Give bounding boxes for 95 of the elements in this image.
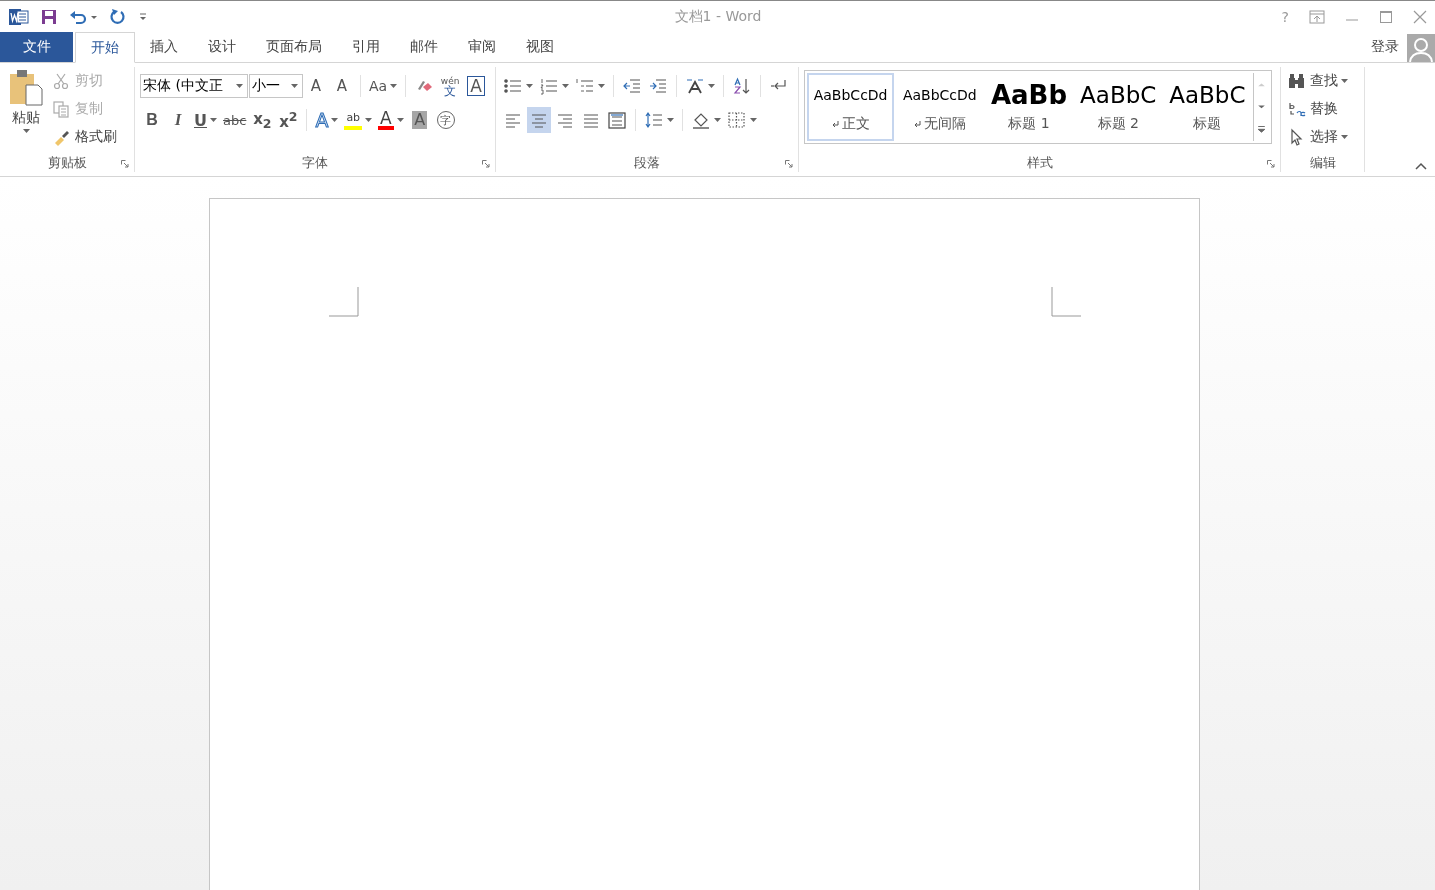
file-tab[interactable]: 文件 (0, 32, 73, 62)
highlight-button[interactable]: ab (342, 107, 375, 133)
caret-icon (1341, 79, 1348, 83)
caret-icon (210, 118, 217, 122)
binoculars-icon (1287, 72, 1307, 90)
caret-icon (291, 84, 298, 88)
caret-icon (365, 118, 373, 122)
multilevel-list-icon (575, 77, 595, 95)
return-mark-icon (913, 120, 921, 128)
redo-icon[interactable] (109, 7, 127, 26)
group-title: 编辑 (1309, 154, 1336, 172)
caret-icon (1341, 135, 1348, 139)
group-title: 字体 (302, 154, 328, 172)
ribbon-tab[interactable]: 设计 (193, 32, 251, 62)
ribbon-tab[interactable]: 插入 (135, 32, 193, 62)
justify-icon (581, 111, 601, 129)
align-left-icon (503, 111, 523, 129)
replace-button[interactable]: 替换 (1287, 97, 1364, 121)
group-title: 段落 (634, 154, 660, 172)
text-arrows-icon (685, 77, 705, 95)
undo-icon[interactable] (69, 8, 97, 25)
bold-button[interactable]: B (140, 107, 164, 133)
caret-icon (598, 84, 605, 88)
caret-icon (526, 84, 533, 88)
corner-mark-icon (1051, 287, 1081, 317)
ribbon-tab[interactable]: 审阅 (453, 32, 511, 62)
phonetic-guide-button[interactable]: wén 文 (438, 73, 463, 99)
dialog-launcher-icon[interactable] (1267, 160, 1275, 168)
grow-font-button[interactable]: A (304, 73, 328, 99)
ribbon-tab[interactable]: 视图 (511, 32, 569, 62)
corner-mark-icon (329, 287, 359, 317)
paste-button[interactable]: 粘贴 (8, 67, 44, 154)
align-right-icon (555, 111, 575, 129)
font-name-dropdown[interactable]: 宋体 (中文正 (140, 74, 248, 98)
save-icon[interactable] (41, 8, 57, 25)
border-grid-icon (727, 111, 747, 129)
style-option[interactable]: AaBbC 标题 2 (1074, 73, 1162, 141)
collapse-ribbon-icon[interactable] (1415, 162, 1427, 170)
ribbon-tab[interactable]: 引用 (337, 32, 395, 62)
caret-icon (390, 84, 398, 88)
numbered-list-icon (539, 77, 559, 95)
maximize-icon[interactable] (1379, 9, 1393, 24)
caret-icon (331, 118, 339, 122)
shrink-font-button[interactable]: A (330, 73, 354, 99)
select-button[interactable]: 选择 (1287, 125, 1364, 149)
caret-icon (708, 84, 715, 88)
bullet-list-icon (503, 77, 523, 95)
group-title: 剪贴板 (47, 154, 87, 172)
subscript-button[interactable]: x$_{2}$ (250, 107, 275, 133)
avatar-icon[interactable] (1407, 34, 1435, 62)
superscript-button[interactable]: x$^{2}$ (276, 107, 301, 133)
change-case-button[interactable]: Aa (367, 73, 400, 99)
caret-icon (396, 118, 404, 122)
word-logo-icon[interactable] (9, 7, 29, 26)
italic-button[interactable]: I (166, 107, 190, 133)
return-mark-icon (831, 120, 839, 128)
style-option[interactable]: AaBbCcDd 无间隔 (896, 73, 984, 141)
window-title: 文档1 - Word (673, 7, 763, 26)
style-option[interactable]: AaBbCcDd 正文 (807, 73, 895, 141)
clipboard-icon (8, 69, 44, 107)
ribbon-display-icon[interactable] (1309, 9, 1325, 24)
caret-icon (714, 118, 721, 122)
caret-icon (236, 84, 243, 88)
ribbon-tab[interactable]: 开始 (75, 32, 135, 63)
underline-button[interactable]: U (192, 107, 219, 133)
copy-icon (52, 100, 72, 118)
outdent-icon (622, 77, 642, 95)
style-option[interactable]: AaBbC 标题 (1163, 73, 1251, 141)
caret-icon (562, 84, 569, 88)
style-option[interactable]: AaBb 标题 1 (985, 73, 1073, 141)
font-size-dropdown[interactable]: 小一 (249, 74, 303, 98)
sign-in-link[interactable]: 登录 (1371, 38, 1399, 56)
caret-icon (750, 118, 757, 122)
align-center-icon (529, 111, 549, 129)
dialog-launcher-icon[interactable] (785, 160, 793, 168)
dialog-launcher-icon[interactable] (482, 160, 490, 168)
close-icon[interactable] (1413, 9, 1427, 24)
indent-icon (648, 77, 668, 95)
paint-bucket-icon (691, 111, 711, 129)
replace-icon (1287, 100, 1307, 118)
center-button[interactable] (527, 107, 551, 133)
line-spacing-icon (644, 111, 664, 129)
group-title: 样式 (1026, 154, 1053, 172)
ribbon-tab[interactable]: 页面布局 (251, 32, 337, 62)
caret-icon (22, 129, 30, 133)
strikethrough-button[interactable]: abc (221, 107, 249, 133)
find-button[interactable]: 查找 (1287, 69, 1364, 93)
distribute-icon (607, 111, 627, 129)
caret-icon (667, 118, 674, 122)
font-color-button[interactable]: A (376, 107, 406, 133)
dialog-launcher-icon[interactable] (121, 160, 129, 168)
customize-toolbar-icon[interactable] (139, 12, 147, 21)
format-painter-button[interactable]: 格式刷 (52, 125, 117, 149)
sort-icon (732, 77, 752, 95)
ribbon-tab[interactable]: 邮件 (395, 32, 453, 62)
